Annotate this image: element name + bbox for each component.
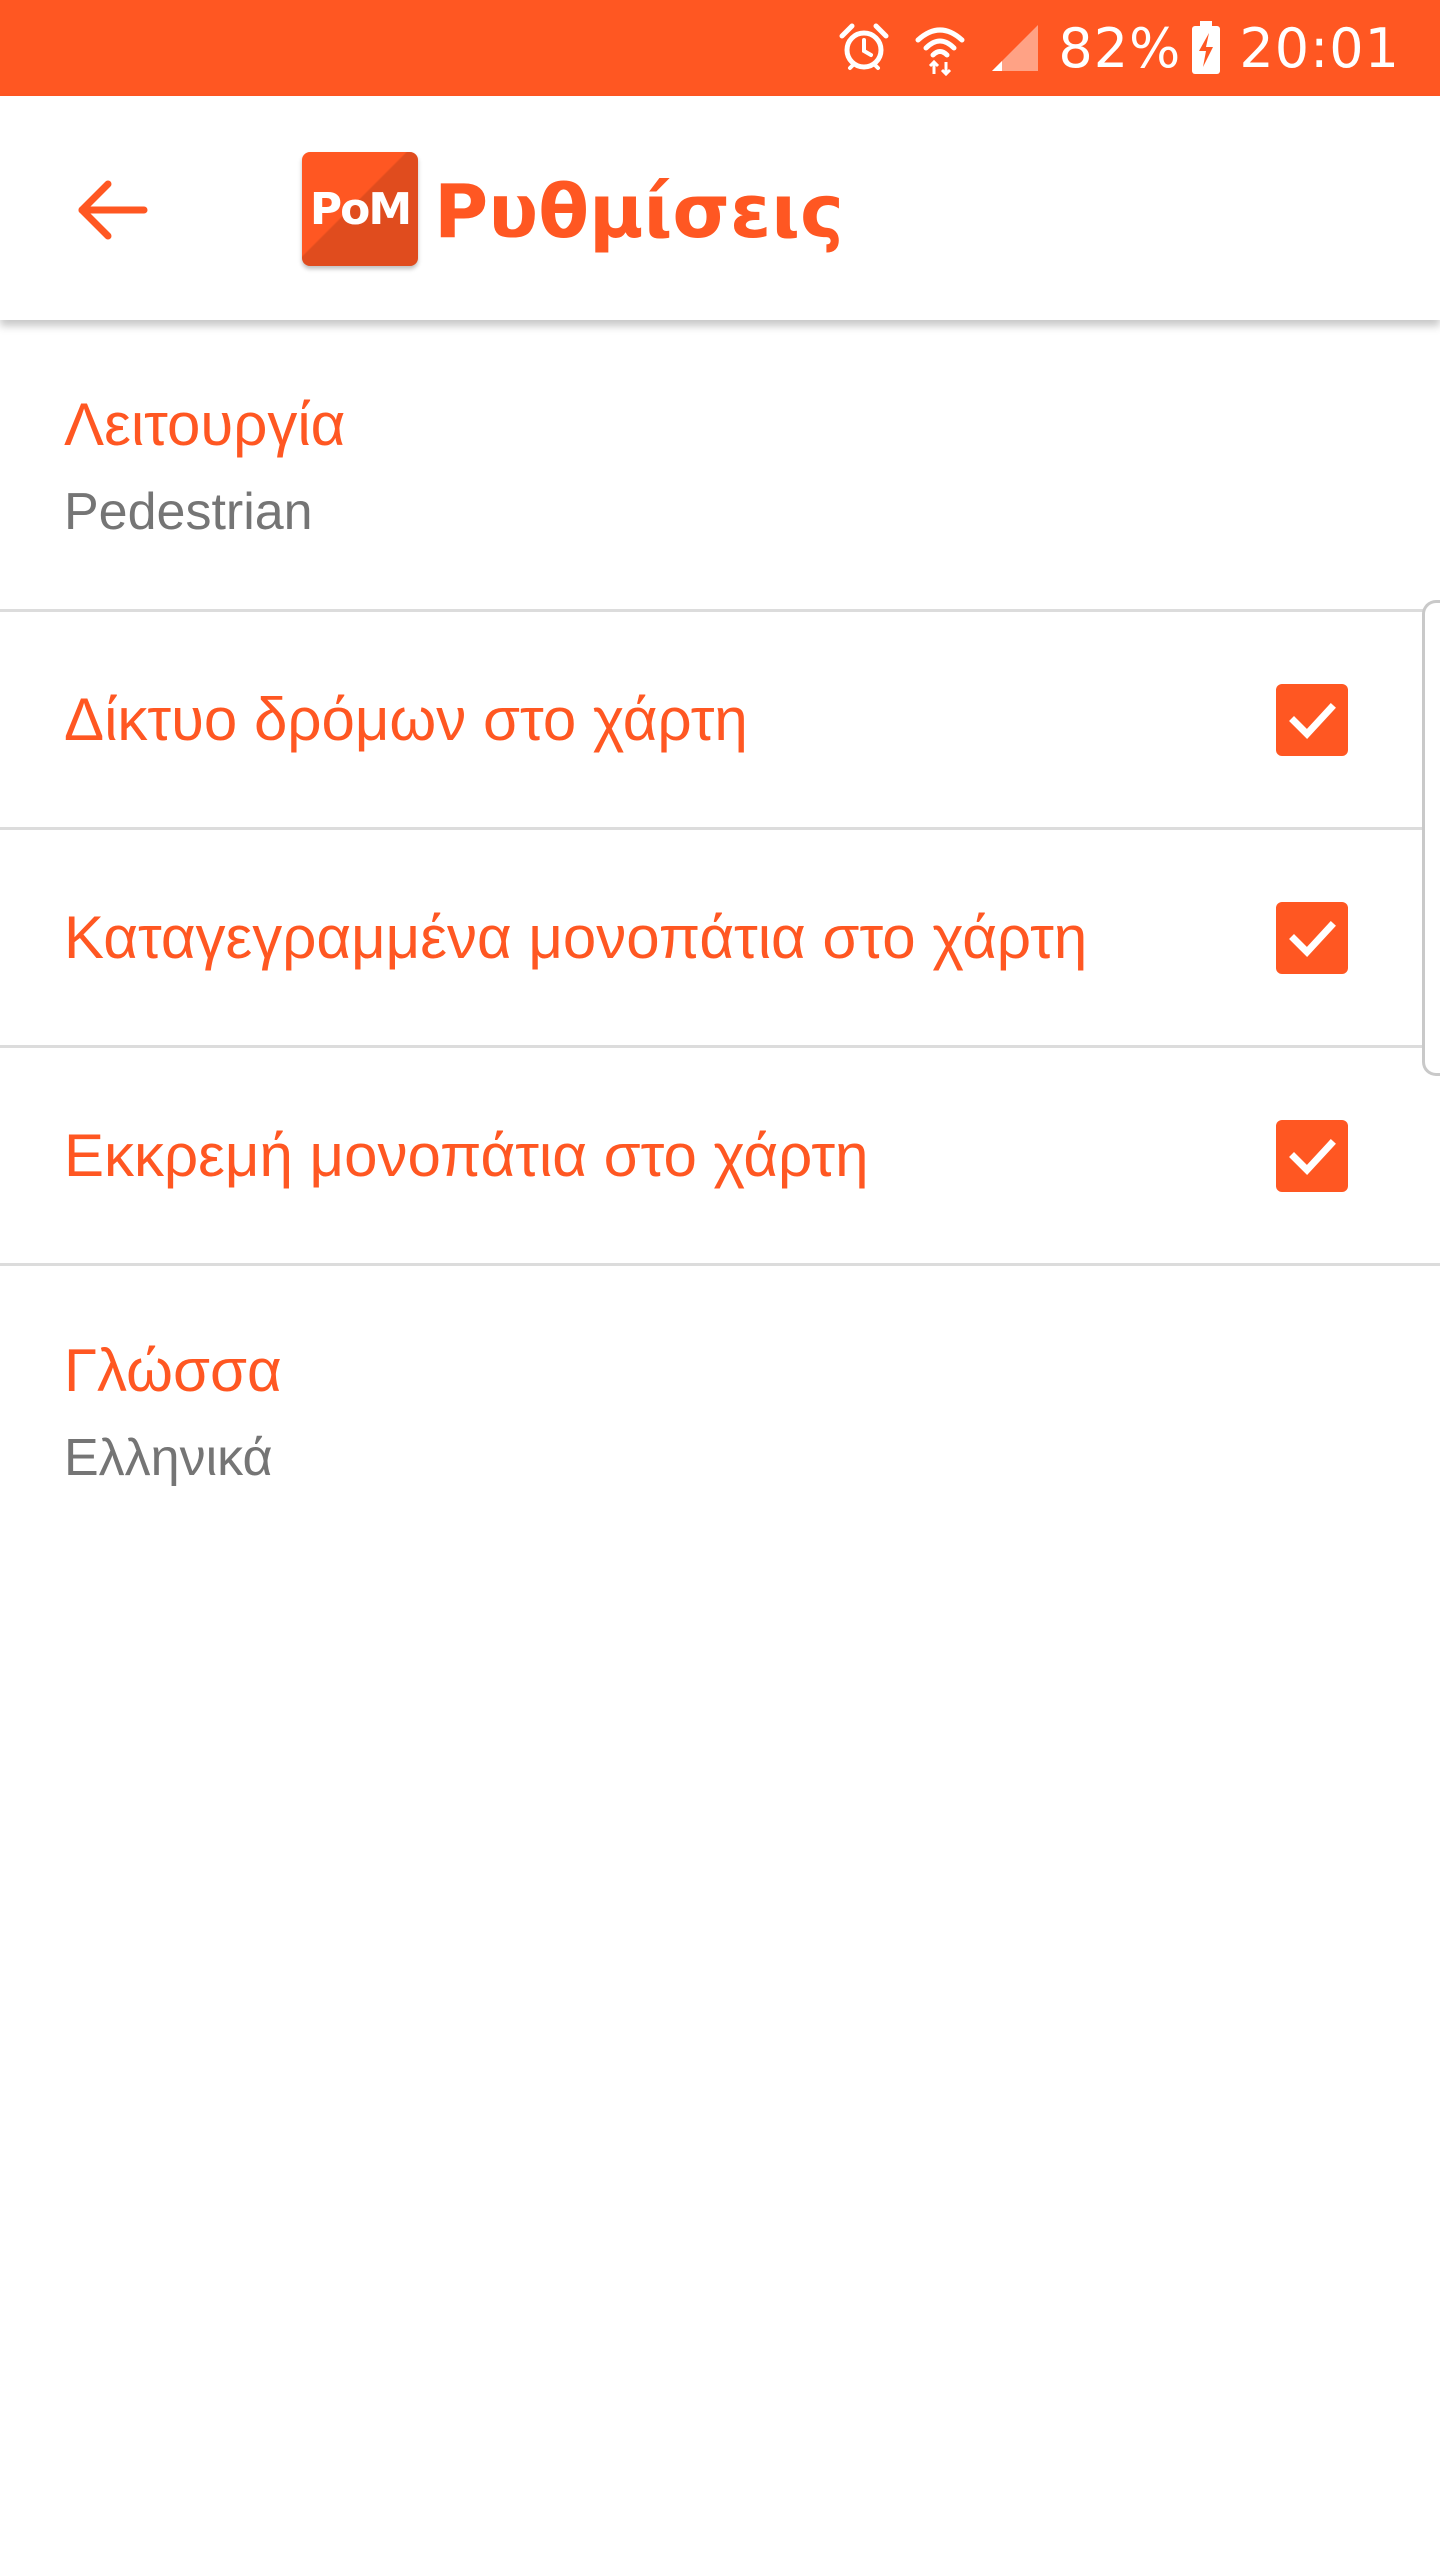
signal-icon [990,23,1040,73]
pref-recorded-paths-title: Καταγεγραμμένα μονοπάτια στο χάρτη [64,904,1088,971]
checkmark-icon [1289,703,1336,740]
page-title: Ρυθμίσεις [434,169,844,255]
pref-language-title: Γλώσσα [64,1337,282,1404]
battery-percentage: 82% [1058,16,1182,80]
app-logo: PoM [302,152,418,266]
pref-mode[interactable]: Λειτουργία Pedestrian [0,320,1440,612]
status-bar: 82% 20:01 [0,0,1440,96]
recorded-paths-checkbox[interactable] [1276,902,1348,974]
app-logo-text: PoM [309,183,412,235]
edge-panel-handle[interactable] [1422,600,1440,1076]
battery-charging-icon [1191,21,1221,75]
pref-road-network-title: Δίκτυο δρόμων στο χάρτη [64,686,748,753]
pref-language-summary: Ελληνικά [64,1429,273,1487]
clock: 20:01 [1239,16,1400,80]
road-network-checkbox[interactable] [1276,684,1348,756]
app-bar: PoM Ρυθμίσεις [0,96,1440,320]
arrow-left-icon [78,180,148,240]
checkmark-icon [1289,921,1336,958]
pref-mode-summary: Pedestrian [64,483,313,541]
pref-recorded-paths[interactable]: Καταγεγραμμένα μονοπάτια στο χάρτη [0,830,1440,1048]
pref-road-network[interactable]: Δίκτυο δρόμων στο χάρτη [0,612,1440,830]
pref-language[interactable]: Γλώσσα Ελληνικά [0,1266,1440,1558]
back-button[interactable] [62,160,162,260]
checkmark-icon [1289,1139,1336,1176]
pending-paths-checkbox[interactable] [1276,1120,1348,1192]
settings-list: Λειτουργία Pedestrian Δίκτυο δρόμων στο … [0,320,1440,1558]
pref-mode-title: Λειτουργία [64,391,346,458]
wifi-icon [912,20,968,76]
pref-pending-paths-title: Εκκρεμή μονοπάτια στο χάρτη [64,1122,869,1189]
pref-pending-paths[interactable]: Εκκρεμή μονοπάτια στο χάρτη [0,1048,1440,1266]
alarm-icon [838,22,890,74]
